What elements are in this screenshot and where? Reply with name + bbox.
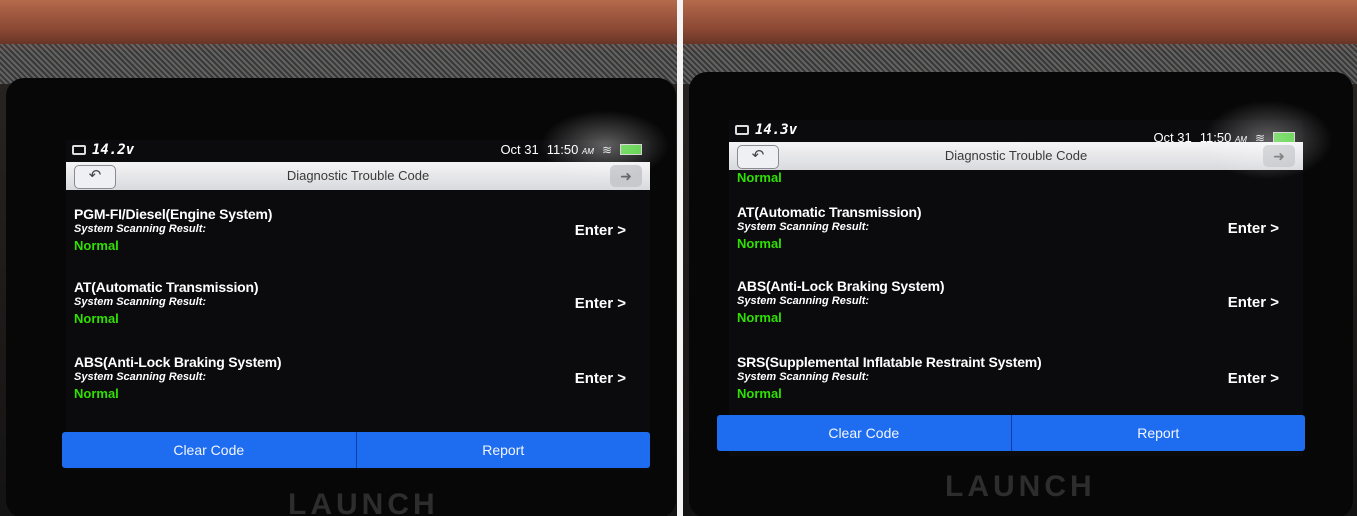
tablet-screen: 14.2v Oct 31 11:50 AM ≋ ↶ Diagnostic Tro…	[66, 140, 650, 470]
tablet-screen: 14.3v Oct 31 11:50 AM ≋ ↶ Diagnostic Tro…	[729, 120, 1303, 456]
scan-result-label: System Scanning Result:	[737, 295, 870, 307]
clear-code-button[interactable]: Clear Code	[62, 432, 356, 468]
scan-status: Normal	[737, 170, 782, 185]
list-item[interactable]: ABS(Anti-Lock Braking System) System Sca…	[74, 354, 642, 401]
exit-icon: ➜	[1273, 148, 1285, 164]
battery-voltage: 14.3v	[755, 122, 798, 138]
vci-connection-icon	[735, 125, 749, 135]
system-name: ABS(Anti-Lock Braking System)	[737, 278, 945, 294]
device-housing	[0, 0, 677, 50]
brand-logo: LAUNCH	[288, 488, 439, 516]
exit-button[interactable]: ➜	[610, 165, 642, 187]
title-bar: ↶ Diagnostic Trouble Code ➜	[729, 142, 1303, 170]
system-list: Normal AT(Automatic Transmission) System…	[729, 170, 1303, 456]
scan-status: Normal	[737, 310, 782, 325]
bottom-action-bar: Clear Code Report	[717, 415, 1305, 451]
page-title: Diagnostic Trouble Code	[944, 148, 1088, 163]
status-date: Oct 31	[500, 142, 539, 157]
scan-result-label: System Scanning Result:	[74, 223, 207, 235]
status-bar: 14.3v Oct 31 11:50 AM ≋	[729, 120, 1303, 145]
system-name: SRS(Supplemental Inflatable Restraint Sy…	[737, 354, 1042, 370]
list-item[interactable]: SRS(Supplemental Inflatable Restraint Sy…	[737, 354, 1295, 401]
report-button[interactable]: Report	[1011, 415, 1305, 451]
right-photo: 14.3v Oct 31 11:50 AM ≋ ↶ Diagnostic Tro…	[683, 0, 1357, 516]
scan-result-label: System Scanning Result:	[74, 371, 207, 383]
clear-code-button[interactable]: Clear Code	[717, 415, 1011, 451]
status-bar: 14.2v Oct 31 11:50 AM ≋	[66, 140, 650, 162]
wifi-icon: ≋	[601, 142, 612, 157]
report-button[interactable]: Report	[356, 432, 650, 468]
vci-connection-icon	[72, 145, 86, 155]
system-name: PGM-FI/Diesel(Engine System)	[74, 206, 273, 222]
status-time: 11:50 AM	[546, 142, 594, 157]
system-list: PGM-FI/Diesel(Engine System) System Scan…	[66, 190, 650, 470]
scan-result-label: System Scanning Result:	[737, 371, 870, 383]
battery-voltage: 14.2v	[92, 142, 135, 158]
exit-icon: ➜	[620, 168, 632, 184]
list-item[interactable]: ABS(Anti-Lock Braking System) System Sca…	[737, 278, 1295, 325]
system-name: AT(Automatic Transmission)	[74, 279, 259, 295]
scan-result-label: System Scanning Result:	[737, 221, 870, 233]
system-name: AT(Automatic Transmission)	[737, 204, 922, 220]
scan-status: Normal	[74, 238, 119, 253]
list-item[interactable]: AT(Automatic Transmission) System Scanni…	[737, 204, 1295, 251]
scan-result-label: System Scanning Result:	[74, 296, 207, 308]
bottom-action-bar: Clear Code Report	[62, 432, 650, 468]
title-bar: ↶ Diagnostic Trouble Code ➜	[66, 162, 650, 190]
scan-status: Normal	[737, 236, 782, 251]
enter-button[interactable]: Enter >	[1228, 294, 1279, 311]
scan-status: Normal	[74, 311, 119, 326]
list-item-partial: Normal	[737, 170, 1295, 185]
scan-status: Normal	[737, 386, 782, 401]
enter-button[interactable]: Enter >	[575, 295, 626, 312]
list-item[interactable]: PGM-FI/Diesel(Engine System) System Scan…	[74, 206, 642, 253]
exit-button[interactable]: ➜	[1263, 145, 1295, 167]
brand-logo: LAUNCH	[945, 470, 1096, 503]
list-item[interactable]: AT(Automatic Transmission) System Scanni…	[74, 279, 642, 326]
left-photo: 14.2v Oct 31 11:50 AM ≋ ↶ Diagnostic Tro…	[0, 0, 677, 516]
page-title: Diagnostic Trouble Code	[286, 168, 430, 183]
device-housing	[683, 0, 1357, 50]
enter-button[interactable]: Enter >	[575, 222, 626, 239]
enter-button[interactable]: Enter >	[1228, 220, 1279, 237]
enter-button[interactable]: Enter >	[1228, 370, 1279, 387]
enter-button[interactable]: Enter >	[575, 370, 626, 387]
system-name: ABS(Anti-Lock Braking System)	[74, 354, 282, 370]
scan-status: Normal	[74, 386, 119, 401]
battery-icon	[620, 144, 642, 155]
